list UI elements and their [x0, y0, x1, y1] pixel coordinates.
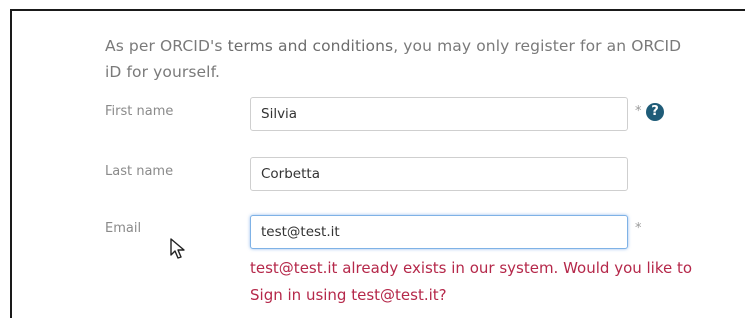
first-name-required-marker: * — [635, 104, 642, 119]
error-suffix: using test@test.it? — [301, 286, 447, 304]
panel-border-top — [10, 9, 745, 11]
terms-intro-text: As per ORCID's terms and conditions, you… — [105, 33, 685, 85]
registration-form-panel: As per ORCID's terms and conditions, you… — [0, 0, 745, 318]
terms-and-conditions-link[interactable]: terms and conditions — [228, 37, 394, 55]
first-name-label: First name — [105, 104, 174, 119]
email-required-marker: * — [635, 221, 642, 236]
last-name-label: Last name — [105, 164, 174, 179]
question-circle-icon[interactable]: ? — [646, 103, 664, 121]
sign-in-link[interactable]: Sign in — [250, 286, 301, 304]
panel-border-left — [10, 9, 12, 318]
email-label: Email — [105, 221, 142, 236]
first-name-field[interactable] — [250, 97, 628, 131]
error-prefix: test@test.it already exists in our syste… — [250, 259, 693, 277]
intro-prefix: As per ORCID's — [105, 37, 228, 55]
mouse-pointer-icon — [170, 238, 185, 259]
email-exists-error: test@test.it already exists in our syste… — [250, 255, 720, 309]
last-name-field[interactable] — [250, 157, 628, 191]
email-field[interactable] — [250, 215, 628, 249]
